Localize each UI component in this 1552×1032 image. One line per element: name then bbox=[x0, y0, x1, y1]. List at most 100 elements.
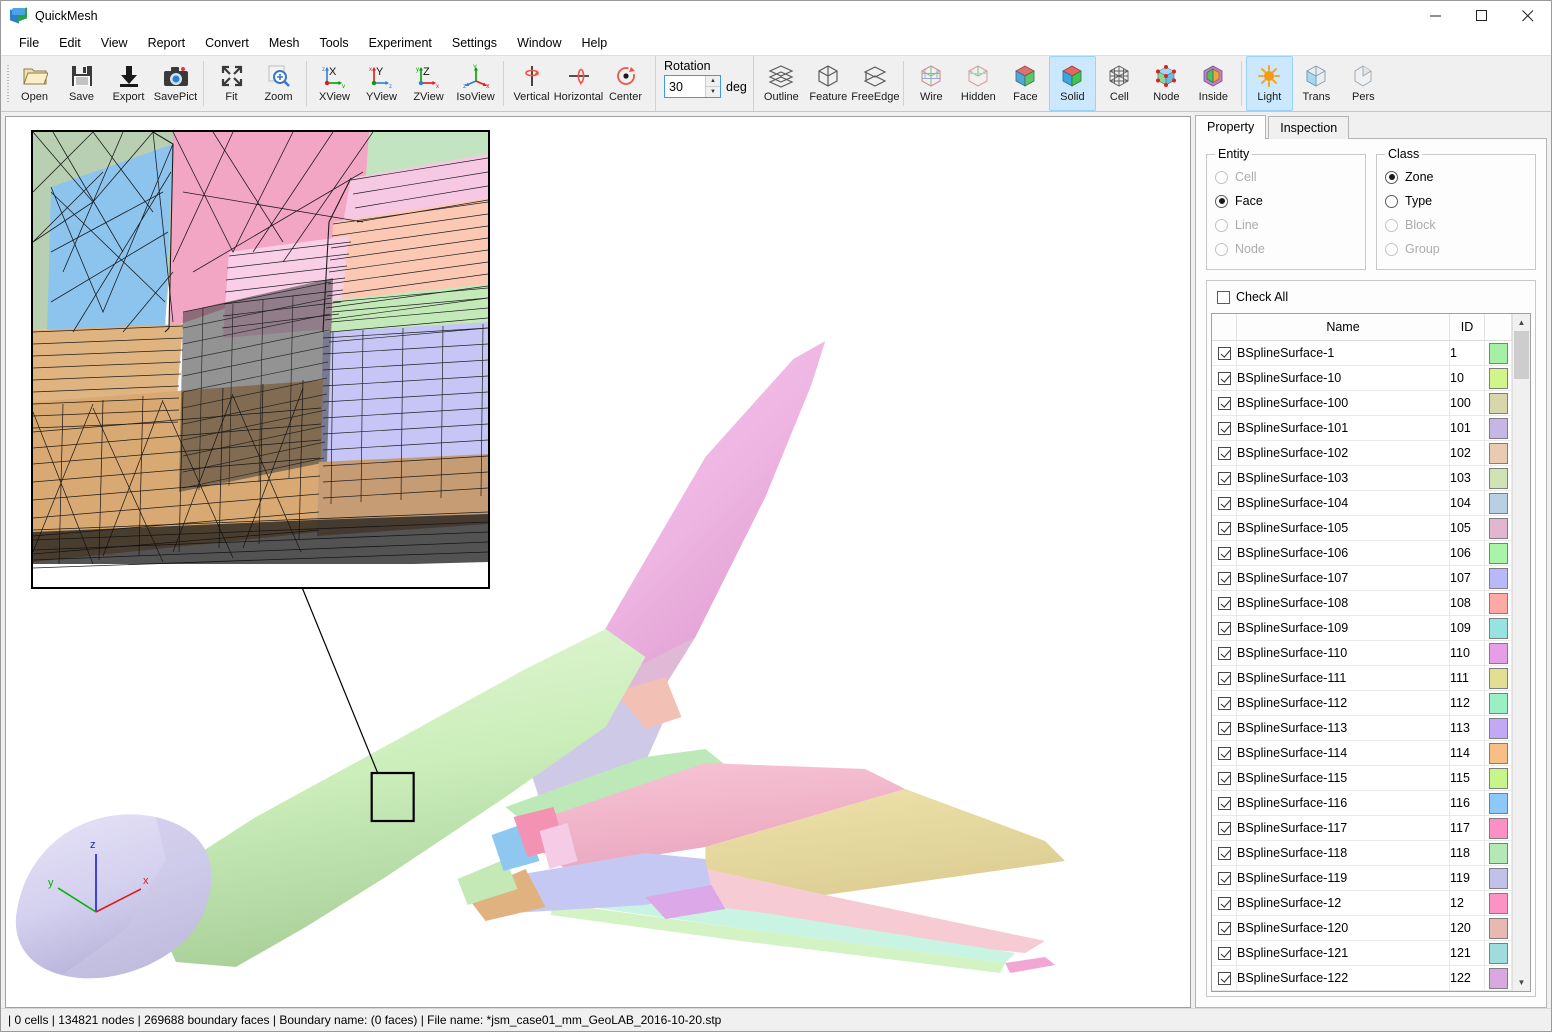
row-checkbox[interactable] bbox=[1212, 715, 1237, 741]
checkbox-icon[interactable] bbox=[1217, 897, 1231, 911]
row-color-cell[interactable] bbox=[1484, 790, 1512, 816]
class-option-zone[interactable]: Zone bbox=[1385, 165, 1527, 189]
xview-button[interactable]: X z y XView bbox=[311, 56, 358, 111]
checkbox-icon[interactable] bbox=[1217, 547, 1231, 561]
table-row[interactable]: BSplineSurface-112 112 bbox=[1212, 690, 1512, 716]
yview-button[interactable]: Y x z YView bbox=[358, 56, 405, 111]
table-row[interactable]: BSplineSurface-107 107 bbox=[1212, 565, 1512, 591]
face-button[interactable]: Face bbox=[1002, 56, 1049, 111]
rotation-spinner[interactable]: ▲ ▼ bbox=[664, 75, 721, 98]
trans-button[interactable]: Trans bbox=[1293, 56, 1340, 111]
checkbox-icon[interactable] bbox=[1217, 747, 1231, 761]
row-checkbox[interactable] bbox=[1212, 990, 1237, 991]
menu-window[interactable]: Window bbox=[507, 33, 571, 53]
node-button[interactable]: Node bbox=[1143, 56, 1190, 111]
row-color-cell[interactable] bbox=[1484, 540, 1512, 566]
color-swatch[interactable] bbox=[1488, 967, 1508, 989]
table-row[interactable]: BSplineSurface-119 119 bbox=[1212, 865, 1512, 891]
color-swatch[interactable] bbox=[1488, 517, 1508, 539]
row-color-cell[interactable] bbox=[1484, 390, 1512, 416]
color-swatch[interactable] bbox=[1488, 567, 1508, 589]
color-swatch[interactable] bbox=[1488, 917, 1508, 939]
color-swatch[interactable] bbox=[1488, 692, 1508, 714]
color-swatch[interactable] bbox=[1488, 542, 1508, 564]
zoom-button[interactable]: Zoom bbox=[255, 56, 302, 111]
rotation-input[interactable] bbox=[665, 76, 705, 97]
inside-button[interactable]: Inside bbox=[1190, 56, 1237, 111]
table-row[interactable]: BSplineSurface-103 103 bbox=[1212, 465, 1512, 491]
row-checkbox[interactable] bbox=[1212, 390, 1237, 416]
checkbox-icon[interactable] bbox=[1217, 722, 1231, 736]
row-checkbox[interactable] bbox=[1212, 365, 1237, 391]
color-swatch[interactable] bbox=[1488, 892, 1508, 914]
table-row[interactable]: BSplineSurface-116 116 bbox=[1212, 790, 1512, 816]
solid-button[interactable]: Solid bbox=[1048, 56, 1096, 111]
table-row[interactable]: BSplineSurface-122 122 bbox=[1212, 965, 1512, 991]
scrollbar-thumb[interactable] bbox=[1514, 331, 1529, 379]
row-checkbox[interactable] bbox=[1212, 540, 1237, 566]
row-checkbox[interactable] bbox=[1212, 790, 1237, 816]
table-row[interactable]: BSplineSurface-1 1 bbox=[1212, 340, 1512, 366]
row-color-cell[interactable] bbox=[1484, 890, 1512, 916]
row-checkbox[interactable] bbox=[1212, 515, 1237, 541]
savepict-button[interactable]: SavePict bbox=[152, 56, 199, 111]
row-color-cell[interactable] bbox=[1484, 465, 1512, 491]
color-swatch[interactable] bbox=[1488, 792, 1508, 814]
table-row[interactable]: BSplineSurface-105 105 bbox=[1212, 515, 1512, 541]
menu-edit[interactable]: Edit bbox=[49, 33, 91, 53]
checkbox-icon[interactable] bbox=[1217, 447, 1231, 461]
checkbox-icon[interactable] bbox=[1217, 572, 1231, 586]
table-row[interactable]: BSplineSurface-10 10 bbox=[1212, 365, 1512, 391]
isoview-button[interactable]: Y z x IsoView bbox=[452, 56, 499, 111]
toolbar-grip[interactable] bbox=[4, 56, 11, 111]
row-color-cell[interactable] bbox=[1484, 965, 1512, 991]
light-button[interactable]: Light bbox=[1245, 56, 1293, 111]
save-button[interactable]: Save bbox=[58, 56, 105, 111]
menu-report[interactable]: Report bbox=[138, 33, 196, 53]
row-checkbox[interactable] bbox=[1212, 940, 1237, 966]
entity-option-line[interactable]: Line bbox=[1215, 213, 1357, 237]
color-swatch[interactable] bbox=[1488, 467, 1508, 489]
freeedge-button[interactable]: FreeEdge bbox=[851, 56, 900, 111]
row-checkbox[interactable] bbox=[1212, 640, 1237, 666]
row-color-cell[interactable] bbox=[1484, 690, 1512, 716]
row-checkbox[interactable] bbox=[1212, 740, 1237, 766]
table-row[interactable]: BSplineSurface-109 109 bbox=[1212, 615, 1512, 641]
row-color-cell[interactable] bbox=[1484, 640, 1512, 666]
table-row[interactable]: BSplineSurface-115 115 bbox=[1212, 765, 1512, 791]
zone-table-scrollbar[interactable]: ▲ ▼ bbox=[1512, 314, 1530, 991]
zone-table-scroll[interactable]: Name ID BSplineSurface-1 1 BSplineSurface-… bbox=[1212, 314, 1512, 991]
color-swatch[interactable] bbox=[1488, 417, 1508, 439]
check-all-row[interactable]: Check All bbox=[1211, 287, 1531, 307]
check-all-checkbox[interactable] bbox=[1217, 290, 1230, 304]
rotation-stepper[interactable]: ▲ ▼ bbox=[705, 76, 720, 97]
row-color-cell[interactable] bbox=[1484, 665, 1512, 691]
class-option-block[interactable]: Block bbox=[1385, 213, 1527, 237]
pers-button[interactable]: Pers bbox=[1340, 56, 1387, 111]
checkbox-icon[interactable] bbox=[1217, 847, 1231, 861]
checkbox-icon[interactable] bbox=[1217, 622, 1231, 636]
entity-option-cell[interactable]: Cell bbox=[1215, 165, 1357, 189]
row-checkbox[interactable] bbox=[1212, 565, 1237, 591]
row-checkbox[interactable] bbox=[1212, 890, 1237, 916]
color-swatch[interactable] bbox=[1488, 767, 1508, 789]
row-color-cell[interactable] bbox=[1484, 740, 1512, 766]
table-row[interactable]: BSplineSurface-120 120 bbox=[1212, 915, 1512, 941]
fit-button[interactable]: Fit bbox=[208, 56, 255, 111]
table-row[interactable]: BSplineSurface-102 102 bbox=[1212, 440, 1512, 466]
row-checkbox[interactable] bbox=[1212, 965, 1237, 991]
row-checkbox[interactable] bbox=[1212, 465, 1237, 491]
table-row[interactable]: BSplineSurface-100 100 bbox=[1212, 390, 1512, 416]
row-color-cell[interactable] bbox=[1484, 490, 1512, 516]
row-color-cell[interactable] bbox=[1484, 515, 1512, 541]
color-swatch[interactable] bbox=[1488, 592, 1508, 614]
feature-button[interactable]: Feature bbox=[805, 56, 852, 111]
color-swatch[interactable] bbox=[1488, 442, 1508, 464]
menu-convert[interactable]: Convert bbox=[195, 33, 259, 53]
cell-button[interactable]: Cell bbox=[1096, 56, 1143, 111]
table-row[interactable]: BSplineSurface-108 108 bbox=[1212, 590, 1512, 616]
rotation-step-up-icon[interactable]: ▲ bbox=[706, 76, 720, 87]
row-checkbox[interactable] bbox=[1212, 765, 1237, 791]
row-color-cell[interactable] bbox=[1484, 815, 1512, 841]
row-checkbox[interactable] bbox=[1212, 690, 1237, 716]
